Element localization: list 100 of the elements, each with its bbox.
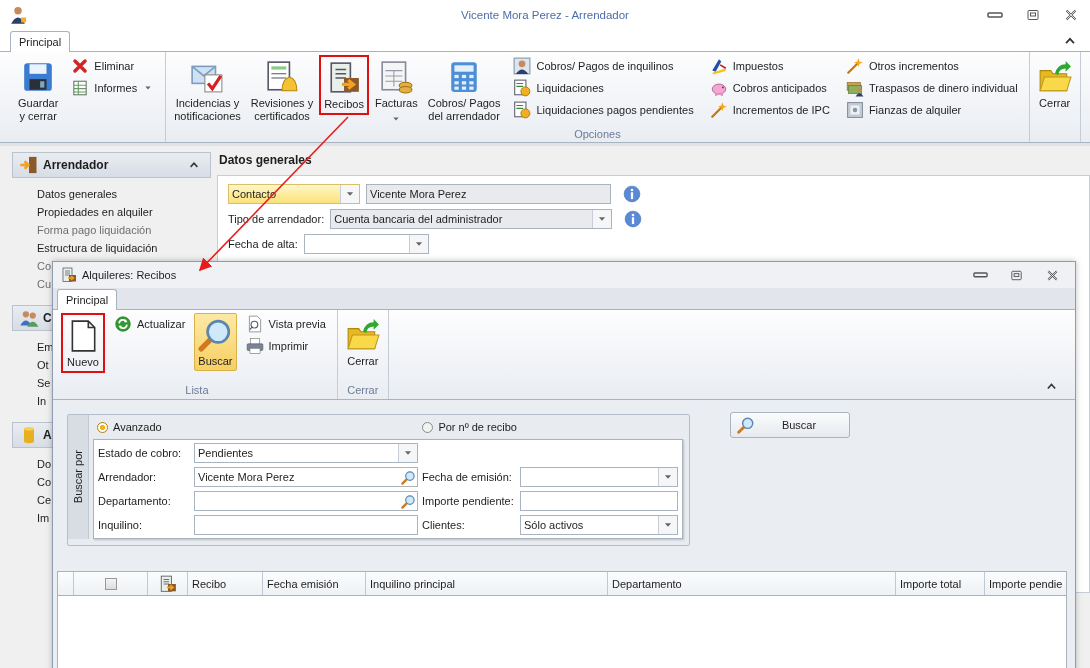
ribbon-button[interactable]: Buscar (194, 313, 237, 371)
column-header[interactable]: Inquilino principal (366, 572, 608, 595)
sidebar-item[interactable]: In (37, 392, 47, 410)
document-bell-icon (265, 60, 299, 94)
sidebar-item[interactable]: Estructura de liquidación (37, 239, 158, 257)
search-icon (737, 416, 755, 434)
info-icon (624, 210, 643, 228)
sidebar-item[interactable]: Im (37, 509, 50, 527)
sidebar-item[interactable]: Ce (37, 491, 52, 509)
invoice-coins-icon (379, 60, 414, 94)
refresh-icon (114, 314, 132, 333)
field-label: Fecha de alta: (228, 238, 298, 250)
ribbon-button[interactable]: Recibos (319, 55, 369, 115)
person-icon (8, 5, 28, 25)
input-field[interactable] (520, 491, 678, 511)
ribbon-button[interactable]: Traspasos de dinero individual (842, 78, 1021, 97)
table-icon (71, 78, 90, 97)
ribbon-button[interactable]: Liquidaciones (510, 78, 697, 97)
search-icon (400, 493, 416, 509)
receipt-icon (61, 267, 77, 283)
magnifier-icon (198, 318, 233, 352)
maximize-icon (1025, 7, 1041, 23)
ribbon-tab[interactable]: Principal (57, 289, 118, 310)
ribbon-button[interactable]: Fianzas de alquiler (842, 100, 1021, 119)
ribbon-button[interactable]: Actualizar (111, 314, 189, 333)
info-icon (623, 185, 641, 203)
document-badge-icon (513, 78, 532, 97)
column-header[interactable]: Importe total (896, 572, 985, 595)
ribbon-button[interactable]: Eliminar (68, 56, 158, 75)
receipt-icon (158, 574, 177, 593)
ribbon-button[interactable]: Liquidaciones pagos pendientes (510, 100, 697, 119)
lookup-field[interactable]: Vicente Mora Perez (194, 467, 418, 487)
sidebar-item[interactable]: Datos generales (37, 185, 118, 203)
sidebar-item[interactable]: Ot (37, 356, 49, 374)
sidebar-item[interactable]: Do (37, 455, 52, 473)
receipt-icon (327, 61, 362, 95)
field-label: Tipo de arrendador: (228, 213, 325, 225)
column-header[interactable]: Fecha emisión (263, 572, 366, 595)
ribbon-button[interactable]: Informes (68, 78, 158, 97)
radio-option[interactable]: Por nº de recibo (422, 421, 517, 433)
field-label: Inquilino: (97, 519, 144, 531)
field-label: Importe pendiente: (421, 495, 515, 507)
column-header[interactable]: Recibo (188, 572, 263, 595)
ribbon-button[interactable]: Cobros/ Pagos del arrendador (423, 55, 505, 126)
ribbon-button[interactable]: Imprimir (242, 336, 329, 355)
checkbox[interactable] (104, 577, 117, 590)
printer-icon (245, 336, 264, 355)
column-header[interactable]: Departamento (608, 572, 896, 595)
ribbon-button[interactable]: Cerrar (341, 313, 384, 371)
group-label: Cerrar (346, 384, 380, 398)
minimize-button[interactable] (984, 9, 1006, 21)
ribbon-button[interactable]: Cerrar (1033, 55, 1076, 113)
ribbon-button[interactable]: Cobros anticipados (706, 78, 833, 97)
folder-arrow-icon (1037, 60, 1072, 94)
input-field[interactable] (194, 515, 418, 535)
sidebar-item[interactable]: Se (37, 374, 51, 392)
search-button[interactable]: Buscar (730, 412, 850, 438)
ribbon-button[interactable]: Incrementos de IPC (706, 100, 833, 119)
minimize-icon (987, 12, 1003, 18)
column-header[interactable]: Importe pendie (985, 572, 1066, 595)
window-title: Vicente Mora Perez - Arrendador (461, 9, 629, 21)
person-card-icon (513, 56, 532, 75)
ribbon-button[interactable]: Facturas (370, 55, 422, 128)
radio-circle-icon[interactable] (422, 421, 434, 433)
field-label: Estado de cobro: (97, 447, 183, 459)
radio-circle-icon[interactable] (97, 421, 108, 433)
ribbon-button[interactable]: Revisiones y certificados (246, 55, 318, 126)
field-label: Clientes: (421, 519, 466, 531)
radio-option[interactable]: Avanzado (97, 421, 162, 433)
field-label: Fecha de emisión: (421, 471, 513, 483)
close-icon (1063, 7, 1079, 23)
ribbon-button[interactable]: Nuevo (61, 313, 105, 373)
search-icon (400, 469, 416, 485)
section-header[interactable]: Arrendador (12, 152, 211, 178)
dropdown-field[interactable] (303, 234, 429, 254)
ribbon-button[interactable]: Impuestos (706, 56, 833, 75)
dropdown-field[interactable]: Sólo activos (520, 515, 678, 535)
safe-icon (845, 100, 864, 119)
ribbon-button[interactable]: Otros incrementos (842, 56, 1021, 75)
ribbon-tab[interactable]: Principal (10, 31, 71, 52)
wand-icon (845, 56, 864, 75)
field-label: Arrendador: (97, 471, 158, 483)
ribbon-button[interactable]: Vista previa (242, 314, 329, 333)
sidebar-item[interactable]: Co (37, 473, 52, 491)
document-badge-icon (513, 100, 532, 119)
field-label: Departamento: (97, 495, 172, 507)
ribbon-button[interactable]: Incidencias y notificaciones (170, 55, 245, 126)
group-label: Opciones (573, 128, 622, 142)
sidebar-item[interactable]: Propiedades en alquiler (37, 203, 153, 221)
dropdown-field[interactable]: Pendientes (194, 443, 418, 463)
lookup-field[interactable] (194, 491, 418, 511)
group-label: Lista (184, 384, 210, 398)
window-title: Alquileres: Recibos (82, 269, 177, 281)
group-people-icon (19, 308, 39, 328)
ribbon-button[interactable]: Cobros/ Pagos de inquilinos (510, 56, 697, 75)
dropdown-field[interactable] (520, 467, 678, 487)
ribbon-button[interactable]: Guardar y cerrar (14, 55, 63, 126)
panel-title: Buscar por (68, 415, 89, 539)
minimize-icon (973, 272, 988, 278)
door-arrow-icon (19, 155, 39, 175)
